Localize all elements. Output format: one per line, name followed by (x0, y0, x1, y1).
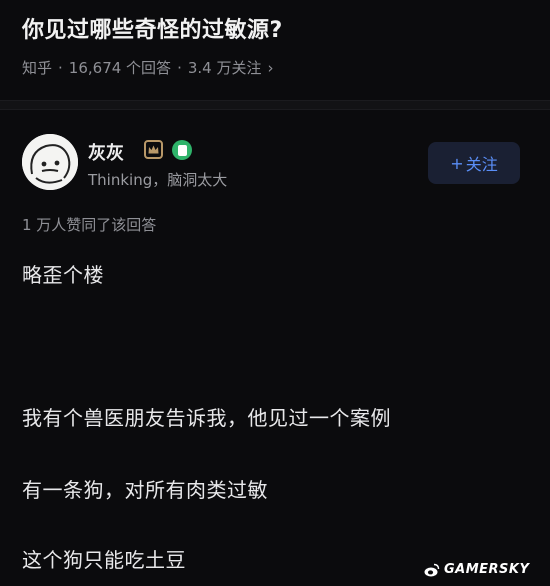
answer-paragraph: 略歪个楼 (22, 263, 104, 287)
source-label: 知乎 (22, 59, 53, 77)
meta-separator: · (177, 58, 182, 77)
watermark: GAMERSKY (424, 562, 529, 577)
crown-badge-icon (144, 140, 163, 159)
badge-inner (177, 144, 187, 156)
follow-button[interactable]: + 关注 (428, 142, 520, 184)
avatar[interactable] (22, 134, 78, 190)
watermark-text: GAMERSKY (444, 562, 530, 577)
answer-paragraph: 我有个兽医朋友告诉我，他见过一个案例 (22, 406, 391, 430)
crown-icon (148, 145, 159, 154)
author-name[interactable]: 灰灰 (88, 139, 124, 165)
chevron-right-icon: › (267, 58, 274, 77)
answer-count: 16,674 个回答 (68, 59, 172, 77)
avatar-face-icon (22, 134, 78, 190)
weibo-icon (424, 563, 440, 576)
likes-count: 1 万人赞同了该回答 (22, 216, 157, 234)
answer-paragraph: 这个狗只能吃土豆 (22, 548, 186, 572)
meta-separator: · (58, 58, 63, 77)
zhihu-answer-page: 你见过哪些奇怪的过敏源? 知乎 · 16,674 个回答 · 3.4 万关注 ›… (0, 0, 550, 586)
plus-icon: + (450, 153, 464, 173)
section-divider (0, 100, 550, 110)
follow-label: 关注 (465, 155, 498, 174)
follower-count: 3.4 万关注 (187, 59, 262, 77)
question-title[interactable]: 你见过哪些奇怪的过敏源? (22, 12, 283, 44)
author-bio: Thinking，脑洞太大 (88, 171, 228, 189)
verified-badge-icon (172, 140, 192, 160)
question-meta[interactable]: 知乎 · 16,674 个回答 · 3.4 万关注 › (22, 57, 273, 78)
answer-paragraph: 有一条狗，对所有肉类过敏 (22, 478, 268, 502)
